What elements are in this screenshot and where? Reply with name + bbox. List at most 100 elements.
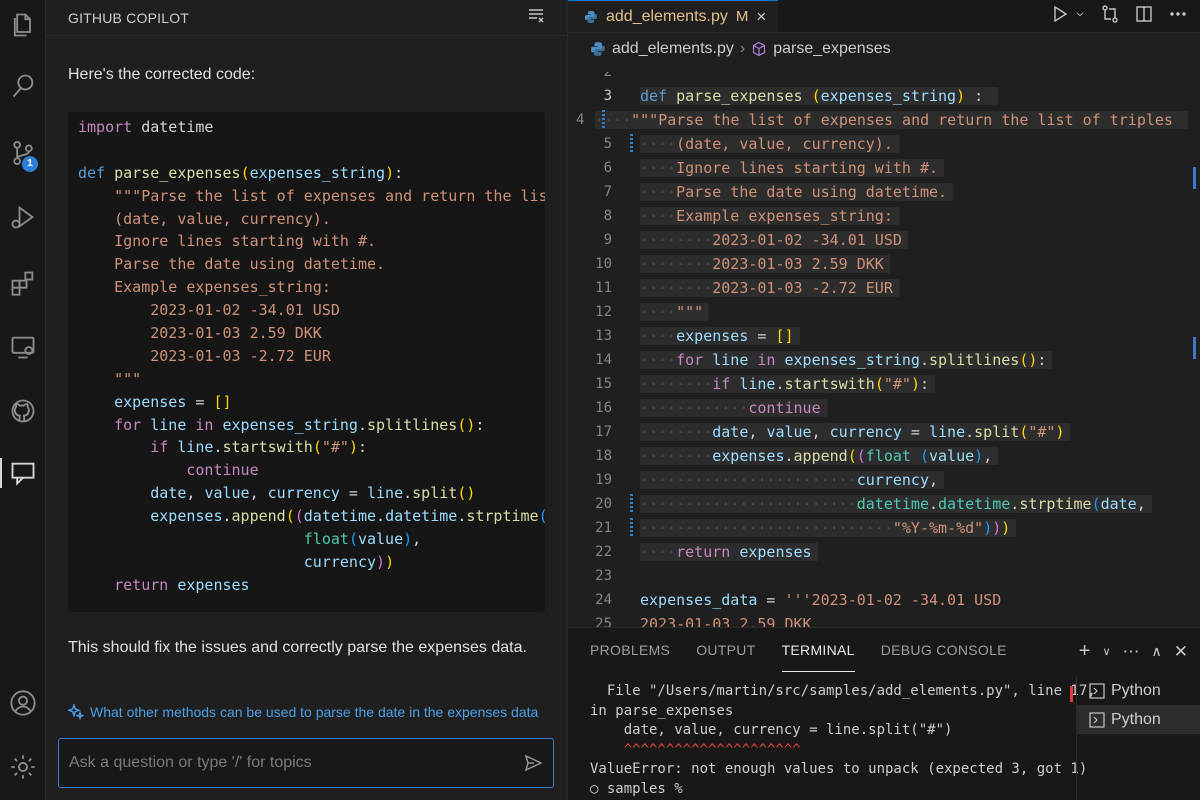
more-icon[interactable]: ⋯ <box>1123 642 1140 662</box>
chevron-down-icon[interactable] <box>1074 4 1086 24</box>
chat-response-intro: Here's the corrected code: <box>68 66 256 83</box>
terminal-instance[interactable]: Python <box>1077 705 1200 734</box>
line-number: 24 <box>595 592 612 608</box>
chat-menu-button[interactable] <box>527 6 545 29</box>
chat-title: GITHUB COPILOT <box>68 9 190 26</box>
copilot-chat-panel: GITHUB COPILOT Here's the corrected code… <box>46 0 568 800</box>
code-line: Ignore lines starting with #. <box>78 232 377 251</box>
editor-line: 22 ····return expenses <box>568 540 1188 564</box>
manage-button[interactable] <box>0 744 46 790</box>
tab-terminal[interactable]: TERMINAL <box>781 628 855 672</box>
line-number: 2 <box>603 72 612 80</box>
panel-actions: + ∨ ⋯ ∧ ✕ <box>1079 640 1188 663</box>
chat-button[interactable] <box>0 450 46 496</box>
more-actions-icon[interactable] <box>1168 4 1188 24</box>
line-number: 6 <box>603 160 612 176</box>
chevron-down-icon[interactable]: ∨ <box>1102 645 1110 658</box>
chat-icon <box>11 462 35 486</box>
suggestion-text: What other methods can be used to parse … <box>90 704 539 720</box>
line-number: 18 <box>595 448 612 464</box>
editor-line: 24 expenses_data = '''2023-01-02 -34.01 U… <box>568 588 1188 612</box>
chat-response-outro: This should fix the issues and correctly… <box>68 639 527 656</box>
editor-line: 11 ········2023-01-03 -2.72 EUR <box>568 276 1188 300</box>
clear-all-icon <box>529 9 544 23</box>
line-number: 20 <box>595 496 612 512</box>
gear-icon <box>11 755 35 779</box>
send-icon[interactable] <box>523 753 543 773</box>
breadcrumb-separator: › <box>739 40 746 57</box>
terminal-name: Python <box>1111 681 1161 699</box>
breadcrumb: add_elements.py › parse_expenses <box>590 40 891 58</box>
run-python-icon[interactable] <box>1050 4 1070 24</box>
tab-output[interactable]: OUTPUT <box>696 628 755 672</box>
code-line: 2023-01-03 2.59 DKK <box>78 324 322 343</box>
activity-bar: 1 <box>0 0 46 800</box>
source-control-badge: 1 <box>22 156 38 172</box>
chat-code-block[interactable]: import datetime def parse_expenses(expen… <box>68 112 545 612</box>
breadcrumb-file[interactable]: add_elements.py <box>612 40 734 58</box>
editor-line: 17 ········date, value, currency = line.s… <box>568 420 1188 444</box>
account-icon <box>10 690 36 716</box>
code-line: def parse_expenses(expenses_string): <box>78 163 404 182</box>
editor-line: 13 ····expenses = [] <box>568 324 1188 348</box>
tab-problems[interactable]: PROBLEMS <box>590 628 670 672</box>
tab-debug-console[interactable]: DEBUG CONSOLE <box>881 628 1007 672</box>
accounts-button[interactable] <box>0 680 46 726</box>
editor-line: 8 ····Example expenses_string: <box>568 204 1188 228</box>
line-number: 14 <box>595 352 612 368</box>
editor-line: 19 ························currency, <box>568 468 1188 492</box>
terminal-output[interactable]: File "/Users/martin/src/samples/add_elem… <box>590 682 1096 799</box>
maximize-panel-icon[interactable]: ∧ <box>1152 643 1162 660</box>
terminal-line: ValueError: not enough values to unpack … <box>590 761 1088 777</box>
editor-tab-add-elements[interactable]: add_elements.py M × <box>568 0 779 32</box>
chat-input-box <box>58 738 554 788</box>
followup-suggestion[interactable]: What other methods can be used to parse … <box>68 704 538 720</box>
editor-line: 2 <box>568 72 1188 84</box>
chat-input[interactable] <box>69 754 523 772</box>
remote-explorer-button[interactable] <box>0 324 46 370</box>
close-panel-icon[interactable]: ✕ <box>1174 642 1188 662</box>
method-cube-icon <box>753 41 766 57</box>
editor-line: 12 ····""" <box>568 300 1188 324</box>
editor-line: 15 ········if line.startswith("#"): <box>568 372 1188 396</box>
editor-line: 20 ························datetime.datet… <box>568 492 1188 516</box>
code-line: float(value), <box>303 530 422 549</box>
search-button[interactable] <box>0 63 46 109</box>
line-number: 5 <box>603 136 612 152</box>
terminal-list: Python Python <box>1076 676 1200 800</box>
line-number: 12 <box>595 304 612 320</box>
extensions-button[interactable] <box>0 260 46 306</box>
code-line: currency)) <box>303 552 395 571</box>
line-number: 25 <box>595 616 612 627</box>
breadcrumb-symbol[interactable]: parse_expenses <box>773 40 890 58</box>
github-button[interactable] <box>0 388 46 434</box>
terminal-line: File "/Users/martin/src/samples/add_elem… <box>590 683 1096 699</box>
editor-area: add_elements.py M × add_elements.py › pa… <box>568 0 1200 800</box>
terminal-prompt: ○ samples % <box>590 780 683 797</box>
extensions-icon <box>11 271 34 296</box>
line-number: 15 <box>595 376 612 392</box>
explorer-button[interactable] <box>0 2 46 48</box>
terminal-instance[interactable]: Python <box>1077 676 1200 705</box>
code-editor[interactable]: 2 3 def parse_expenses (expenses_string) … <box>568 72 1200 627</box>
code-line: """ <box>78 369 142 388</box>
source-control-button[interactable]: 1 <box>0 130 46 176</box>
editor-line: 9 ········2023-01-02 -34.01 USD <box>568 228 1188 252</box>
editor-line: 4 ····"""Parse the list of expenses and r… <box>568 108 1188 132</box>
editor-line: 21 ····························"%Y-%m-%d"… <box>568 516 1188 540</box>
line-number: 21 <box>595 520 612 536</box>
compare-changes-icon[interactable] <box>1100 4 1120 24</box>
line-number: 23 <box>595 568 612 584</box>
code-line: Example expenses_string: <box>78 278 331 297</box>
run-debug-button[interactable] <box>0 194 46 240</box>
tab-close-button[interactable]: × <box>756 7 766 27</box>
new-terminal-icon[interactable]: + <box>1079 640 1091 663</box>
code-line: (date, value, currency). <box>78 209 331 228</box>
split-editor-icon[interactable] <box>1134 4 1154 24</box>
remote-explorer-icon <box>11 336 35 359</box>
tab-filename: add_elements.py <box>606 7 728 25</box>
code-line: Parse the date using datetime. <box>78 255 386 274</box>
terminal-icon <box>1089 711 1105 728</box>
terminal-icon <box>1089 682 1105 699</box>
